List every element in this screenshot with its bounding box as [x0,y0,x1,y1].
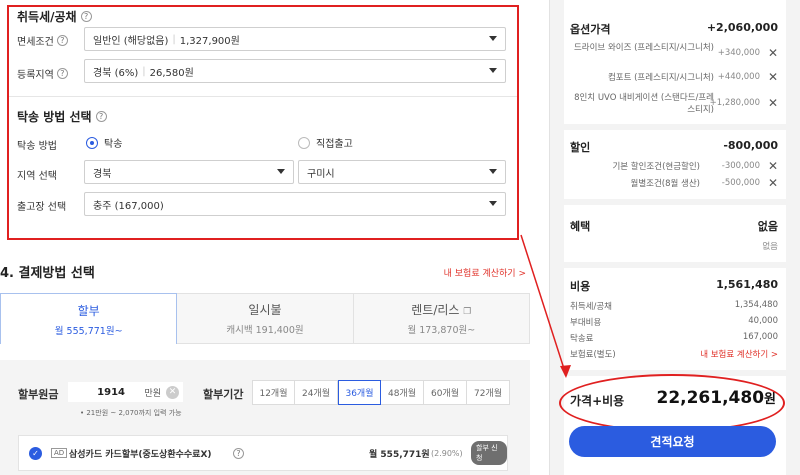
annotation-arrow [520,234,571,378]
arrow-head [560,365,571,378]
arrow-line [520,234,567,376]
